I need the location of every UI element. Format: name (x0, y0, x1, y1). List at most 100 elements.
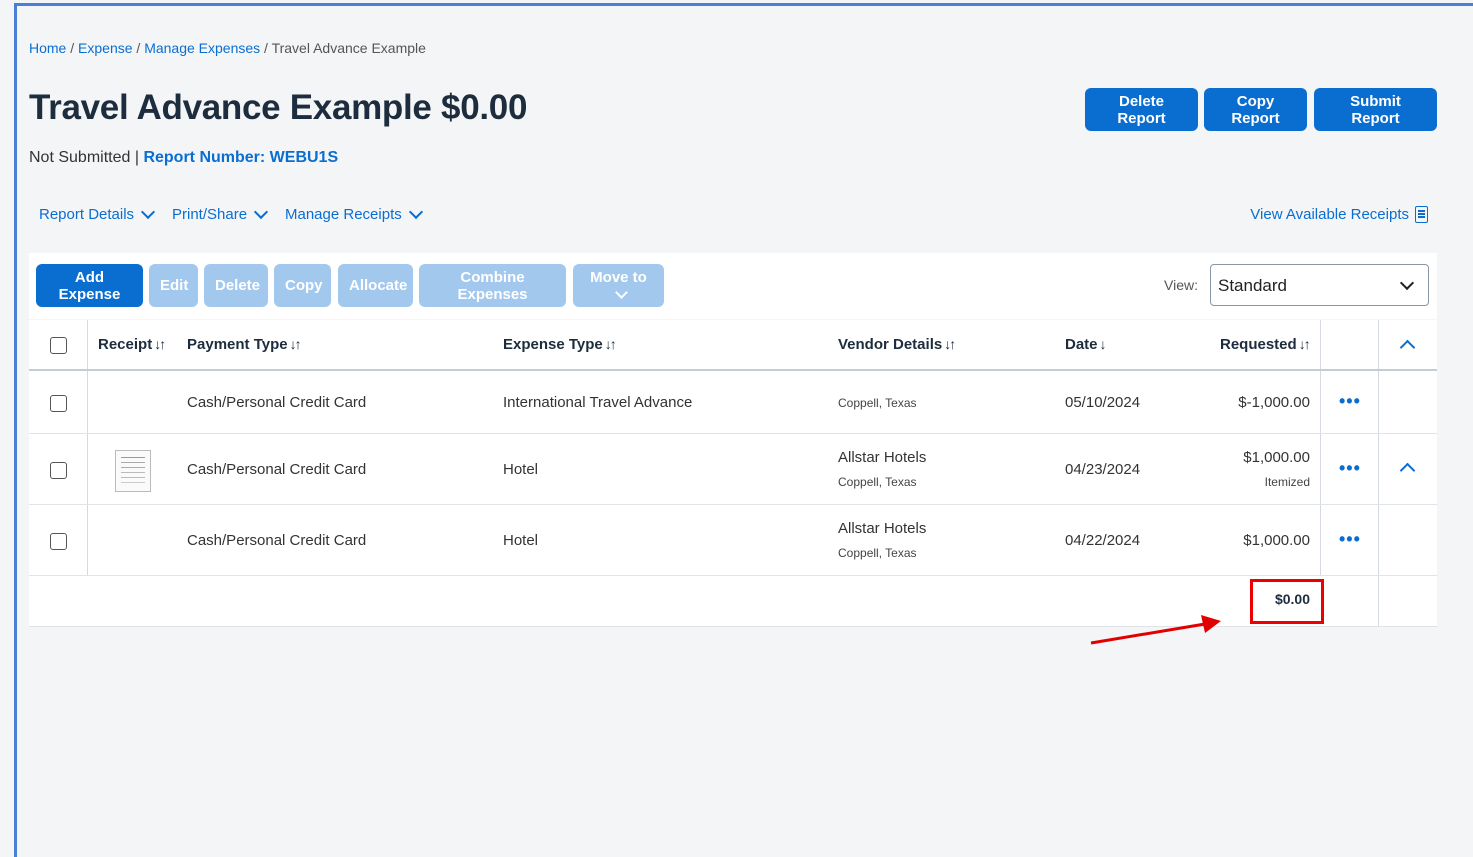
view-receipts-label: View Available Receipts (1250, 206, 1409, 223)
add-expense-button[interactable]: Add Expense (36, 264, 143, 307)
date-cell: 05/10/2024 (1065, 394, 1141, 411)
column-divider (1378, 434, 1379, 504)
row-checkbox[interactable] (50, 462, 67, 479)
date-header-label: Date (1065, 336, 1098, 353)
vendor-location-cell: Coppell, Texas (838, 396, 917, 410)
chevron-down-icon (1399, 275, 1415, 291)
column-divider (87, 505, 88, 575)
report-status: Not Submitted | (29, 149, 139, 166)
vendor-name-cell: Allstar Hotels (838, 449, 927, 466)
breadcrumb-current: Travel Advance Example (271, 40, 426, 56)
vendor-header-label: Vendor Details (838, 336, 943, 353)
table-row[interactable]: Cash/Personal Credit Card International … (29, 371, 1437, 434)
edit-button[interactable]: Edit (149, 264, 198, 307)
column-divider (1378, 505, 1379, 575)
report-details-menu[interactable]: Report Details (39, 204, 156, 223)
sort-descending-icon: ↓ (1099, 336, 1107, 352)
breadcrumb: Home / Expense / Manage Expenses / Trave… (29, 40, 426, 56)
chevron-down-icon (253, 204, 269, 220)
receipt-header-label: Receipt (98, 336, 153, 353)
delete-button[interactable]: Delete (204, 264, 268, 307)
breadcrumb-separator: / (70, 40, 75, 56)
copy-button[interactable]: Copy (274, 264, 331, 307)
more-actions-icon[interactable]: ••• (1339, 529, 1361, 550)
column-divider (87, 320, 88, 369)
column-header-requested[interactable]: Requested ↓↑ (1220, 336, 1311, 353)
collapse-all-icon[interactable] (1399, 339, 1416, 356)
select-all-checkbox[interactable] (50, 337, 67, 354)
print-share-menu[interactable]: Print/Share (172, 204, 269, 223)
requested-amount-cell: $-1,000.00 (1238, 394, 1310, 411)
requested-header-label: Requested (1220, 336, 1297, 353)
view-label: View: (1164, 277, 1198, 293)
window-frame-left (14, 3, 17, 857)
column-header-date[interactable]: Date ↓ (1065, 336, 1107, 353)
manage-receipts-menu[interactable]: Manage Receipts (285, 204, 423, 223)
payment-type-cell: Cash/Personal Credit Card (187, 532, 367, 549)
column-divider (87, 434, 88, 504)
annotation-arrow-icon (1090, 615, 1221, 645)
table-header-row: Receipt ↓↑ Payment Type ↓↑ Expense Type ↓↑ … (29, 320, 1437, 371)
view-select[interactable]: Standard (1210, 264, 1429, 306)
report-details-label: Report Details (39, 206, 135, 223)
row-checkbox[interactable] (50, 395, 67, 412)
chevron-down-icon (140, 204, 156, 220)
receipt-thumbnail[interactable] (115, 450, 151, 492)
page-title: Travel Advance Example $0.00 (29, 88, 528, 127)
breadcrumb-expense[interactable]: Expense (78, 40, 132, 56)
vendor-location-cell: Coppell, Texas (838, 546, 917, 560)
vendor-name-cell: Allstar Hotels (838, 520, 927, 537)
submit-report-button[interactable]: Submit Report (1314, 88, 1437, 131)
copy-report-button[interactable]: Copy Report (1204, 88, 1307, 131)
sort-icon: ↓↑ (154, 336, 166, 352)
requested-amount-cell: $1,000.00 (1243, 532, 1310, 549)
expense-toolbar: Add Expense Edit Delete Copy Allocate Co… (29, 253, 1437, 319)
requested-amount-cell: $1,000.00 (1243, 449, 1310, 466)
payment-type-cell: Cash/Personal Credit Card (187, 394, 367, 411)
chevron-down-icon (614, 286, 628, 299)
expense-type-cell[interactable]: Hotel (503, 461, 538, 478)
date-cell: 04/22/2024 (1065, 532, 1141, 549)
breadcrumb-separator: / (264, 40, 268, 56)
column-divider (1320, 434, 1321, 504)
breadcrumb-manage-expenses[interactable]: Manage Expenses (144, 40, 260, 56)
sort-icon: ↓↑ (944, 336, 956, 352)
more-actions-icon[interactable]: ••• (1339, 391, 1361, 412)
table-row[interactable]: Cash/Personal Credit Card Hotel Allstar … (29, 434, 1437, 505)
column-header-receipt[interactable]: Receipt ↓↑ (98, 336, 166, 353)
column-divider (1378, 576, 1379, 626)
column-header-vendor-details[interactable]: Vendor Details ↓↑ (838, 336, 956, 353)
window-frame-top (14, 3, 1473, 6)
date-cell: 04/23/2024 (1065, 461, 1141, 478)
row-checkbox[interactable] (50, 533, 67, 550)
column-divider (1320, 320, 1321, 369)
receipt-icon (1415, 206, 1428, 223)
move-to-button[interactable]: Move to (573, 264, 664, 307)
expense-type-cell[interactable]: International Travel Advance (503, 394, 692, 411)
more-actions-icon[interactable]: ••• (1339, 458, 1361, 479)
column-divider (1378, 320, 1379, 369)
column-divider (87, 371, 88, 433)
column-header-payment-type[interactable]: Payment Type ↓↑ (187, 336, 302, 353)
allocate-button[interactable]: Allocate (338, 264, 413, 307)
sort-icon: ↓↑ (1298, 336, 1311, 352)
combine-expenses-button[interactable]: Combine Expenses (419, 264, 566, 307)
view-select-value: Standard (1218, 276, 1287, 295)
delete-report-button[interactable]: Delete Report (1085, 88, 1198, 131)
vendor-location-cell: Coppell, Texas (838, 475, 917, 489)
expense-type-header-label: Expense Type (503, 336, 603, 353)
column-divider (1320, 505, 1321, 575)
breadcrumb-home[interactable]: Home (29, 40, 66, 56)
print-share-label: Print/Share (172, 206, 248, 223)
view-available-receipts-link[interactable]: View Available Receipts (1250, 206, 1428, 223)
itemized-label: Itemized (1264, 475, 1310, 489)
column-header-expense-type[interactable]: Expense Type ↓↑ (503, 336, 617, 353)
column-divider (1378, 371, 1379, 433)
column-divider (1320, 371, 1321, 433)
report-status-line: Not Submitted | Report Number: WEBU1S (29, 149, 338, 167)
table-row[interactable]: Cash/Personal Credit Card Hotel Allstar … (29, 505, 1437, 576)
expense-type-cell[interactable]: Hotel (503, 532, 538, 549)
manage-receipts-label: Manage Receipts (285, 206, 402, 223)
collapse-row-icon[interactable] (1399, 462, 1416, 479)
sort-icon: ↓↑ (289, 336, 302, 352)
